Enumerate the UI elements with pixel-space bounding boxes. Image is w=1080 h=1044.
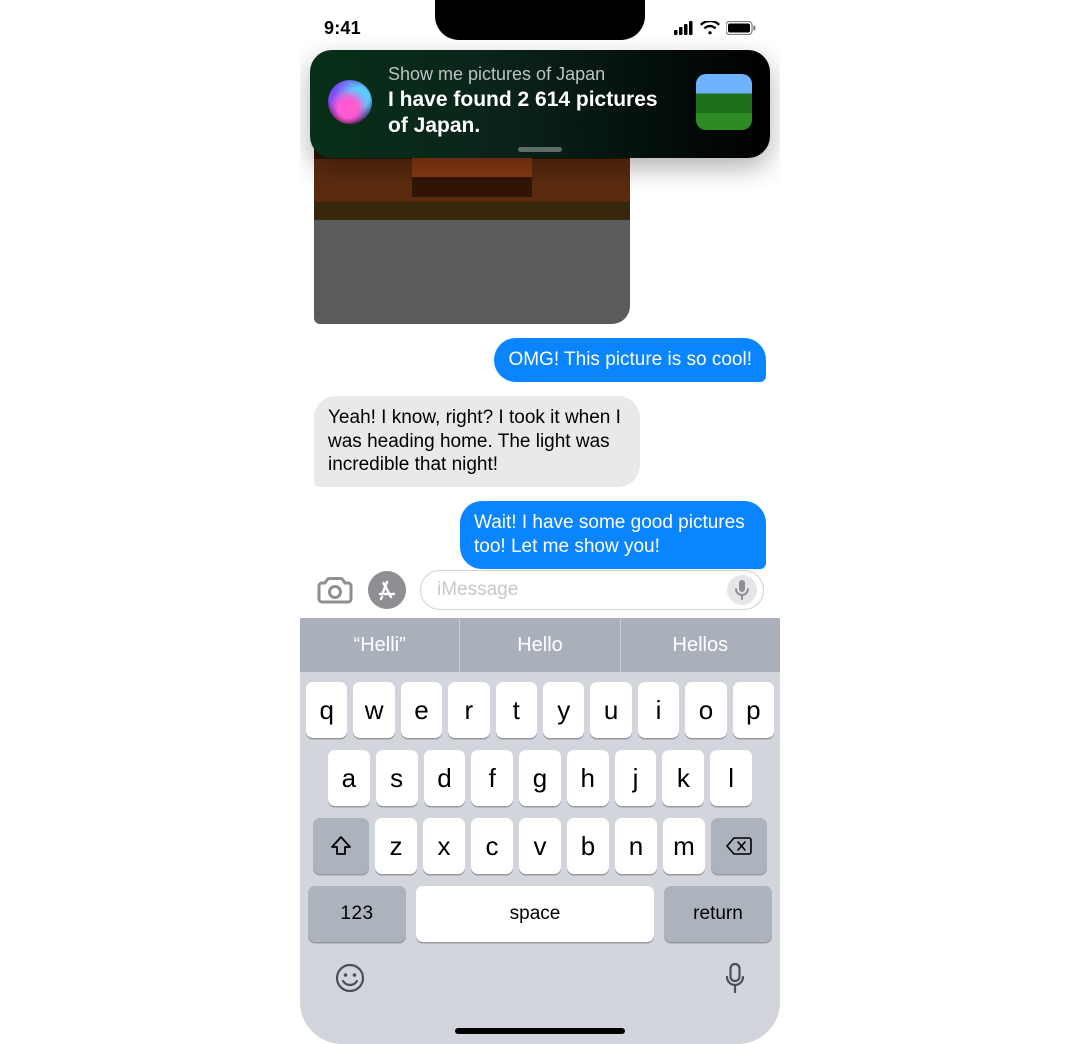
keyboard: q w e r t y u i o p a s d f g h j k l [300, 672, 780, 1044]
emoji-button[interactable] [334, 962, 366, 1002]
cellular-icon [674, 21, 694, 35]
compose-bar: iMessage [300, 562, 780, 618]
key-d[interactable]: d [424, 750, 466, 806]
siri-drag-handle[interactable] [518, 147, 562, 152]
key-numbers[interactable]: 123 [308, 886, 406, 942]
key-l[interactable]: l [710, 750, 752, 806]
keyboard-bottom-row [306, 954, 774, 1002]
siri-response-text: I have found 2 614 pictures of Japan. [388, 87, 680, 140]
key-p[interactable]: p [733, 682, 774, 738]
key-r[interactable]: r [448, 682, 489, 738]
key-f[interactable]: f [471, 750, 513, 806]
outgoing-message-bubble[interactable]: Wait! I have some good pictures too! Let… [460, 501, 766, 569]
key-backspace[interactable] [711, 818, 767, 874]
key-shift[interactable] [313, 818, 369, 874]
phone-frame: 9:41 Show me pictures of Japan [300, 0, 780, 1044]
key-a[interactable]: a [328, 750, 370, 806]
backspace-icon [726, 836, 752, 856]
key-w[interactable]: w [353, 682, 394, 738]
key-y[interactable]: y [543, 682, 584, 738]
device-notch [435, 0, 645, 40]
dictate-keyboard-button[interactable] [724, 962, 746, 1002]
siri-query-text: Show me pictures of Japan [388, 64, 680, 85]
suggestion-item[interactable]: “Helli” [300, 618, 460, 672]
key-c[interactable]: c [471, 818, 513, 874]
key-u[interactable]: u [590, 682, 631, 738]
home-indicator[interactable] [455, 1028, 625, 1034]
wifi-icon [700, 21, 720, 35]
status-time: 9:41 [324, 18, 361, 39]
key-m[interactable]: m [663, 818, 705, 874]
key-o[interactable]: o [685, 682, 726, 738]
siri-orb-icon [328, 80, 372, 124]
outgoing-message-bubble[interactable]: OMG! This picture is so cool! [494, 338, 766, 382]
key-e[interactable]: e [401, 682, 442, 738]
status-indicators [674, 21, 756, 35]
message-input[interactable]: iMessage [420, 570, 764, 610]
key-return[interactable]: return [664, 886, 772, 942]
keyboard-row-1: q w e r t y u i o p [306, 682, 774, 738]
key-s[interactable]: s [376, 750, 418, 806]
key-v[interactable]: v [519, 818, 561, 874]
app-store-icon [368, 571, 406, 609]
emoji-icon [334, 962, 366, 994]
siri-result-card[interactable]: Show me pictures of Japan I have found 2… [310, 50, 770, 158]
keyboard-row-2: a s d f g h j k l [306, 750, 774, 806]
key-h[interactable]: h [567, 750, 609, 806]
keyboard-suggestion-bar: “Helli” Hello Hellos [300, 618, 780, 672]
key-t[interactable]: t [496, 682, 537, 738]
key-b[interactable]: b [567, 818, 609, 874]
dictation-button[interactable] [727, 575, 757, 605]
shift-icon [330, 835, 352, 857]
suggestion-item[interactable]: Hello [460, 618, 620, 672]
siri-result-thumbnail[interactable] [696, 74, 752, 130]
app-drawer-button[interactable] [368, 571, 406, 609]
suggestion-item[interactable]: Hellos [621, 618, 780, 672]
message-row: Yeah! I know, right? I took it when I wa… [314, 396, 766, 487]
key-i[interactable]: i [638, 682, 679, 738]
key-x[interactable]: x [423, 818, 465, 874]
key-g[interactable]: g [519, 750, 561, 806]
key-space[interactable]: space [416, 886, 654, 942]
key-k[interactable]: k [662, 750, 704, 806]
key-j[interactable]: j [615, 750, 657, 806]
keyboard-row-4: 123 space return [306, 886, 774, 942]
camera-icon [317, 575, 353, 605]
siri-text-block: Show me pictures of Japan I have found 2… [388, 64, 680, 140]
microphone-icon [724, 962, 746, 994]
message-input-placeholder: iMessage [437, 579, 727, 601]
microphone-icon [734, 580, 750, 600]
key-z[interactable]: z [375, 818, 417, 874]
incoming-message-bubble[interactable]: Yeah! I know, right? I took it when I wa… [314, 396, 640, 487]
message-row: Wait! I have some good pictures too! Let… [314, 501, 766, 569]
key-q[interactable]: q [306, 682, 347, 738]
camera-button[interactable] [316, 571, 354, 609]
keyboard-row-3: z x c v b n m [306, 818, 774, 874]
key-n[interactable]: n [615, 818, 657, 874]
battery-icon [726, 21, 756, 35]
message-row: OMG! This picture is so cool! [314, 338, 766, 382]
